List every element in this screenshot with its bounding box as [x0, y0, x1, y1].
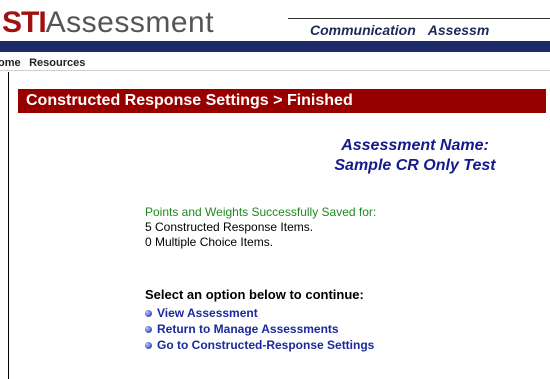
top-nav-communication[interactable]: Communication — [310, 22, 416, 38]
sub-nav-resources[interactable]: Resources — [29, 57, 85, 69]
bullet-icon — [145, 309, 152, 317]
sub-nav-home[interactable]: ome — [0, 57, 21, 69]
content-left-border — [8, 72, 9, 379]
list-item: View Assessment — [145, 305, 374, 321]
list-item: Return to Manage Assessments — [145, 321, 374, 337]
save-status-heading: Points and Weights Successfully Saved fo… — [145, 205, 377, 219]
list-item: Go to Constructed-Response Settings — [145, 337, 374, 353]
assessment-name-label: Assessment Name: — [341, 137, 489, 154]
navy-bar — [0, 41, 550, 52]
multiple-choice-items-count: 0 Multiple Choice Items. — [145, 235, 274, 249]
options-list: View Assessment Return to Manage Assessm… — [145, 305, 374, 353]
continue-options: Select an option below to continue: View… — [145, 287, 374, 353]
return-to-manage-assessments-link[interactable]: Return to Manage Assessments — [157, 322, 339, 336]
constructed-response-settings-link[interactable]: Go to Constructed-Response Settings — [157, 338, 374, 352]
constructed-items-count: 5 Constructed Response Items. — [145, 220, 314, 234]
assessment-name-block: Assessment Name: Sample CR Only Test — [300, 136, 530, 176]
page-title: Constructed Response Settings > Finished — [18, 89, 546, 113]
logo-brand: STI — [2, 6, 47, 39]
view-assessment-link[interactable]: View Assessment — [157, 306, 258, 320]
bullet-icon — [145, 341, 152, 349]
save-status: Points and Weights Successfully Saved fo… — [145, 205, 376, 250]
continue-prompt: Select an option below to continue: — [145, 287, 364, 302]
bullet-icon — [145, 325, 152, 333]
logo-product: Assessment — [45, 6, 215, 39]
top-nav: Communication Assessm — [310, 22, 550, 38]
logo[interactable]: STIAssessment — [2, 6, 214, 40]
header-divider — [288, 18, 550, 19]
app-window: STIAssessment Communication Assessm ome … — [0, 0, 550, 379]
top-nav-assessment[interactable]: Assessm — [428, 22, 490, 38]
sub-nav: ome Resources — [0, 53, 550, 71]
assessment-name-value: Sample CR Only Test — [334, 157, 496, 174]
